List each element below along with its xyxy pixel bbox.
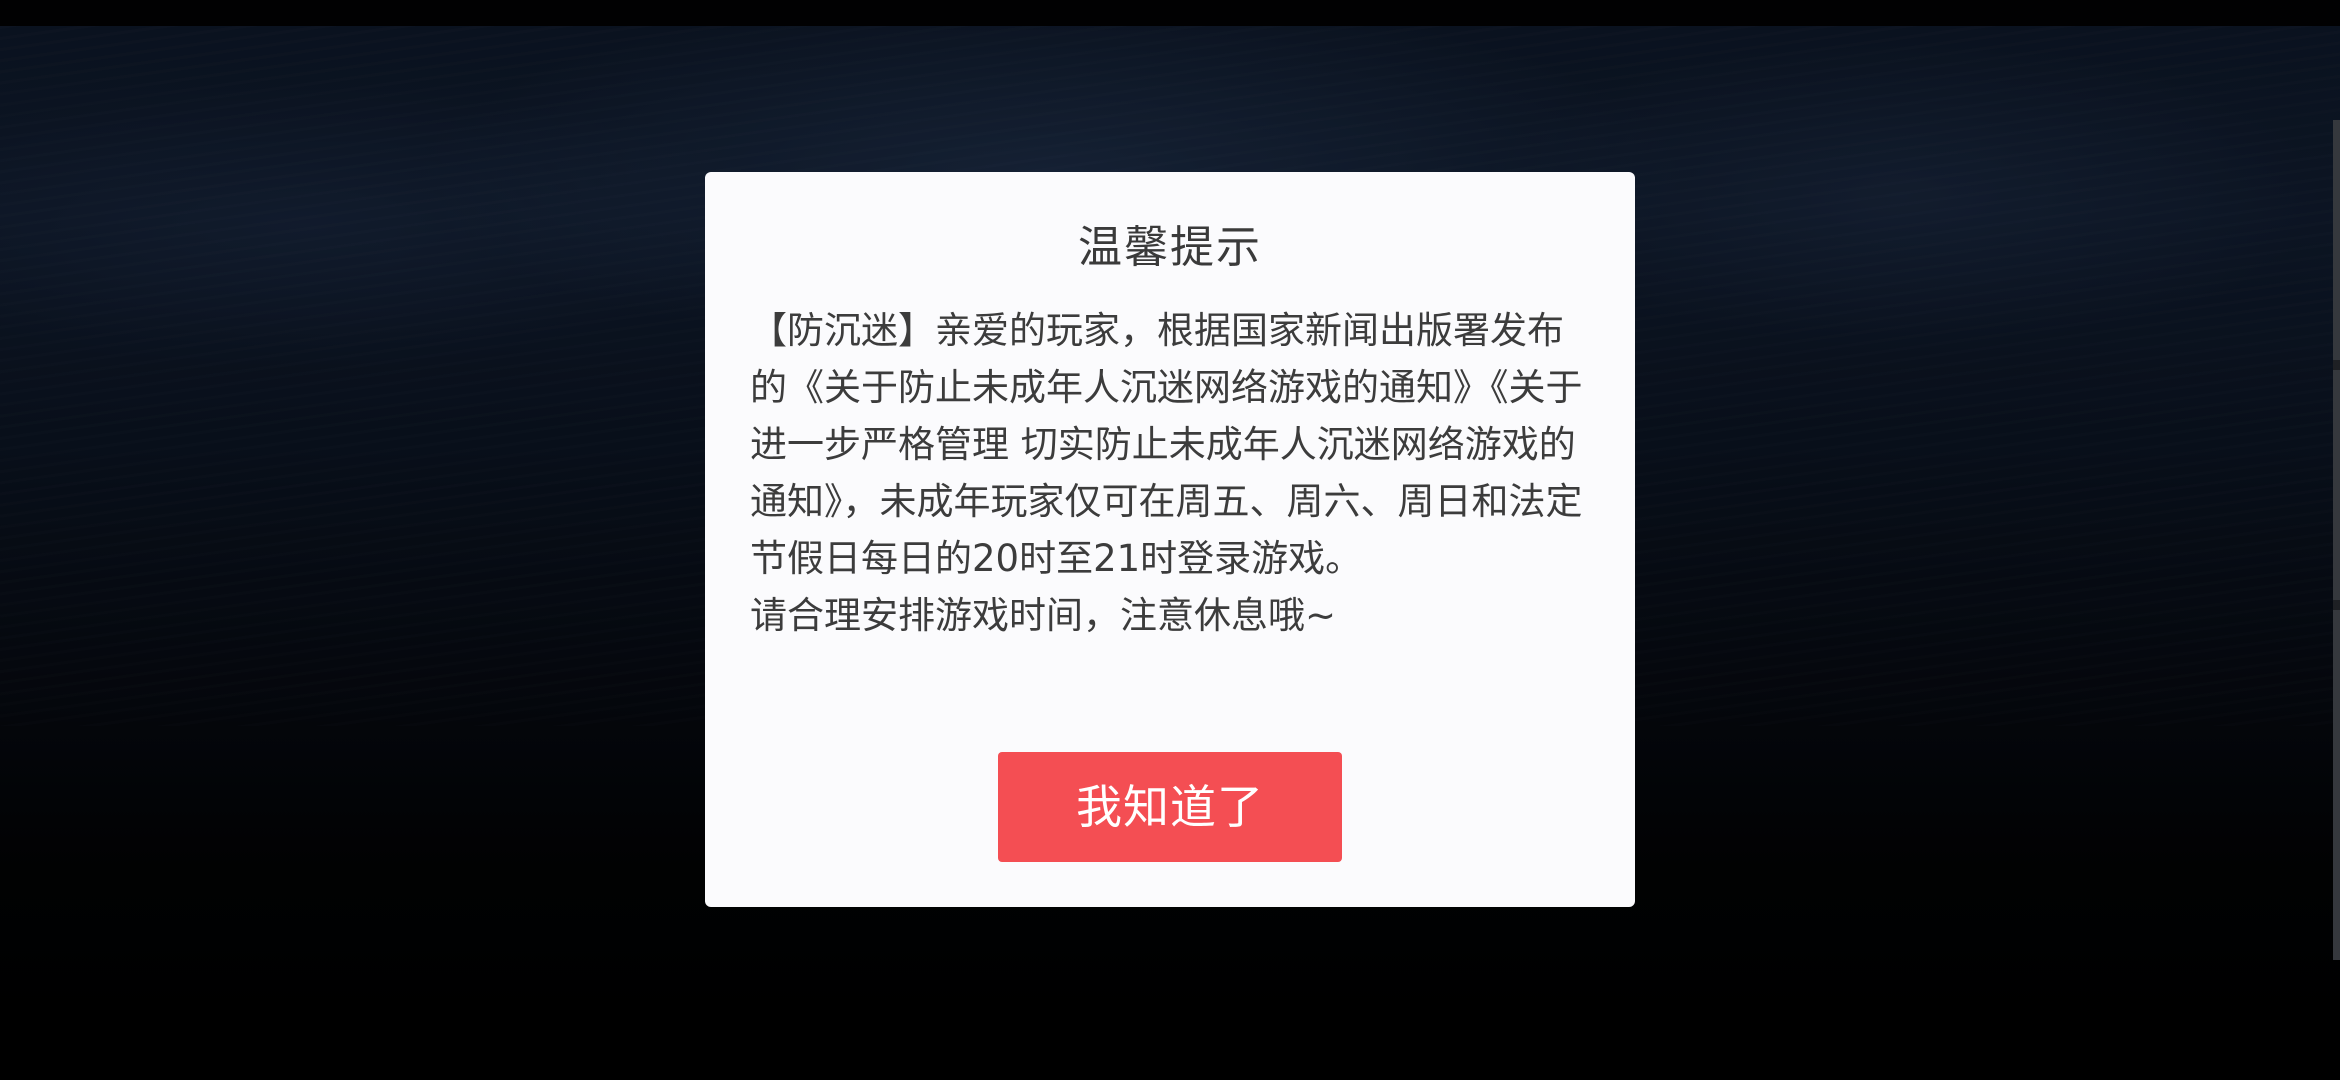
anti-addiction-dialog: 温馨提示 【防沉迷】亲爱的玩家，根据国家新闻出版署发布的《关于防止未成年人沉迷网… [705,172,1635,907]
dialog-title: 温馨提示 [1078,222,1262,273]
dialog-body: 【防沉迷】亲爱的玩家，根据国家新闻出版署发布的《关于防止未成年人沉迷网络游戏的通… [750,302,1590,644]
confirm-button[interactable]: 我知道了 [998,752,1342,862]
notice-paragraph: 【防沉迷】亲爱的玩家，根据国家新闻出版署发布的《关于防止未成年人沉迷网络游戏的通… [750,309,1583,580]
reminder-paragraph: 请合理安排游戏时间，注意休息哦~ [750,594,1337,637]
game-screen: 温馨提示 【防沉迷】亲爱的玩家，根据国家新闻出版署发布的《关于防止未成年人沉迷网… [0,0,2340,1080]
